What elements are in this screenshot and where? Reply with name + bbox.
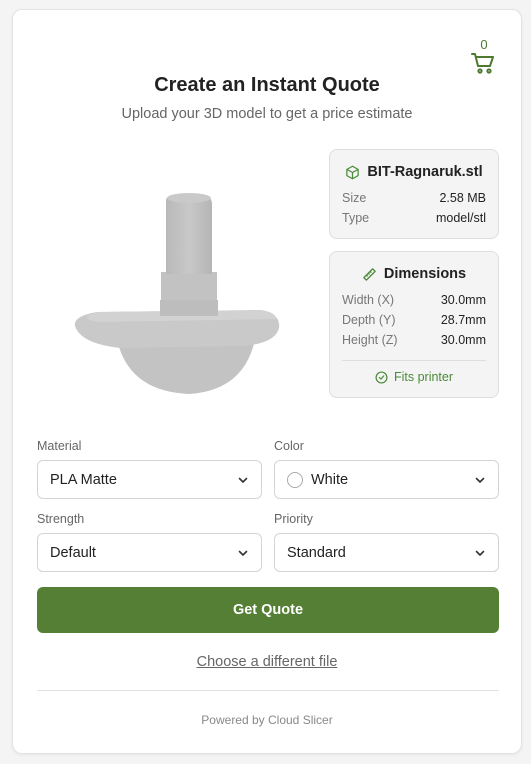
depth-value: 28.7mm <box>440 313 486 327</box>
get-quote-button[interactable]: Get Quote <box>37 587 499 633</box>
height-row: Height (Z) 30.0mm <box>342 333 486 347</box>
strength-value: Default <box>50 545 96 561</box>
depth-row: Depth (Y) 28.7mm <box>342 313 486 327</box>
size-label: Size <box>342 191 367 205</box>
width-label: Width (X) <box>342 293 395 307</box>
color-value: White <box>311 472 349 488</box>
width-row: Width (X) 30.0mm <box>342 293 486 307</box>
cart-icon <box>471 53 494 74</box>
quote-card: 0 Create an Instant Quote Upload your 3D… <box>12 9 522 754</box>
depth-label: Depth (Y) <box>342 313 396 327</box>
material-value: PLA Matte <box>50 472 117 488</box>
fit-status: Fits printer <box>330 370 498 384</box>
priority-value: Standard <box>287 545 346 561</box>
footer-divider <box>37 690 499 691</box>
type-value: model/stl <box>435 211 486 225</box>
dimensions-panel: Dimensions Width (X) 30.0mm Depth (Y) 28… <box>329 251 499 398</box>
fit-status-text: Fits printer <box>393 370 454 384</box>
priority-label: Priority <box>274 512 313 526</box>
page-title: Create an Instant Quote <box>154 74 380 96</box>
chevron-down-icon <box>475 477 485 483</box>
dimensions-divider <box>342 360 486 361</box>
chevron-down-icon <box>238 477 248 483</box>
width-value: 30.0mm <box>440 293 486 307</box>
model-preview[interactable] <box>61 176 301 406</box>
chevron-down-icon <box>475 550 485 556</box>
strength-select[interactable]: Default <box>37 533 262 572</box>
page-subtitle: Upload your 3D model to get a price esti… <box>121 106 413 122</box>
color-swatch <box>287 472 303 488</box>
check-circle-icon <box>375 370 388 384</box>
dimensions-heading: Dimensions <box>383 266 467 282</box>
file-type-row: Type model/stl <box>342 211 486 225</box>
file-name: BIT-Ragnaruk.stl <box>367 164 483 180</box>
height-label: Height (Z) <box>342 333 398 347</box>
color-label: Color <box>274 439 304 453</box>
file-size-row: Size 2.58 MB <box>342 191 486 205</box>
ruler-icon <box>363 267 376 281</box>
cart-count-badge: 0 <box>480 37 488 52</box>
color-select[interactable]: White <box>274 460 499 499</box>
height-value: 30.0mm <box>440 333 486 347</box>
material-label: Material <box>37 439 82 453</box>
choose-different-file-link[interactable]: Choose a different file <box>13 654 521 670</box>
type-label: Type <box>342 211 370 225</box>
strength-label: Strength <box>37 512 85 526</box>
powered-by-text: Powered by Cloud Slicer <box>201 713 333 727</box>
file-info-panel: BIT-Ragnaruk.stl Size 2.58 MB Type model… <box>329 149 499 239</box>
cube-icon <box>346 165 360 179</box>
size-value: 2.58 MB <box>439 191 486 205</box>
material-select[interactable]: PLA Matte <box>37 460 262 499</box>
chevron-down-icon <box>238 550 248 556</box>
cart-button[interactable]: 0 <box>469 38 499 74</box>
priority-select[interactable]: Standard <box>274 533 499 572</box>
